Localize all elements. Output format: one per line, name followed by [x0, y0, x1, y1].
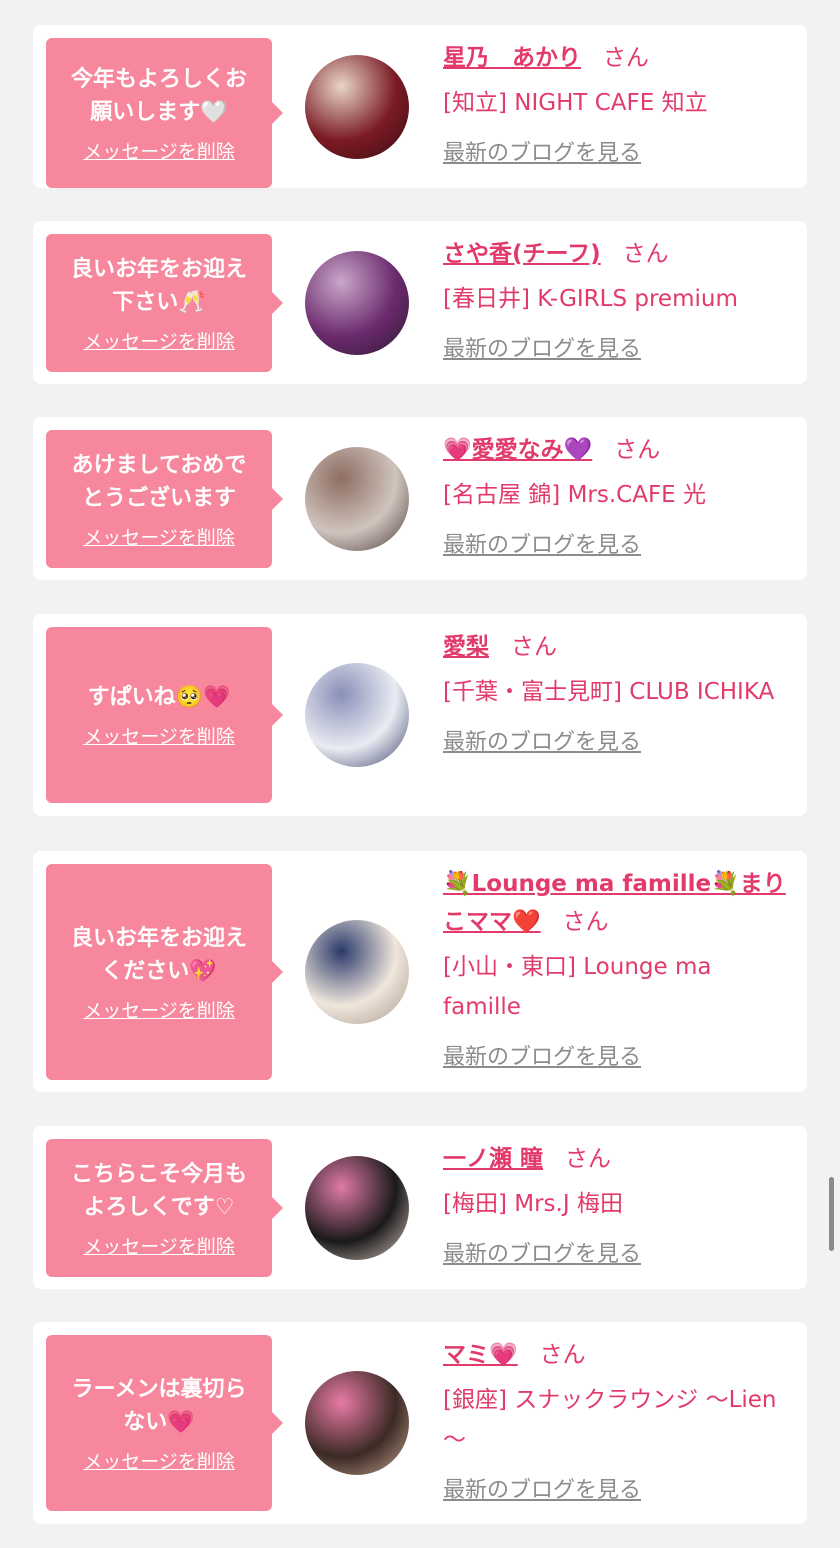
- shop-info: [春日井] K-GIRLS premium: [443, 286, 738, 312]
- profile-info: マミ💗 さん [銀座] スナックラウンジ ～Lien～ 最新のブログを見る: [443, 1336, 788, 1504]
- profile-name-link[interactable]: 💐Lounge ma famille💐まりこママ❤️: [443, 871, 786, 935]
- message-text: あけましておめで とうございます: [71, 452, 247, 511]
- message-text: ラーメンは裏切ら ない💗: [71, 1376, 247, 1435]
- message-text: 良いお年をお迎え 下さい🥂: [70, 256, 247, 315]
- name-line: 一ノ瀬 瞳さん: [443, 1140, 788, 1178]
- shop-info: [名古屋 錦] Mrs.CAFE 光: [443, 482, 707, 508]
- message-bubble: 今年もよろしくお 願いします🤍 メッセージを削除: [46, 38, 283, 188]
- avatar[interactable]: [305, 663, 409, 767]
- message-card: 今年もよろしくお 願いします🤍 メッセージを削除 星乃 あかり さん [知立] N…: [33, 25, 807, 188]
- honorific: さん: [539, 1342, 586, 1368]
- honorific: さん: [614, 437, 661, 463]
- delete-message-link[interactable]: メッセージを削除: [83, 1447, 235, 1474]
- avatar[interactable]: [305, 55, 409, 159]
- view-blog-link[interactable]: 最新のブログを見る: [443, 1039, 641, 1071]
- honorific: さん: [603, 45, 649, 71]
- profile-name-link[interactable]: マミ💗: [443, 1342, 518, 1368]
- scrollbar[interactable]: [829, 1177, 834, 1251]
- message-text: こちらこそ今月も よろしくです♡: [70, 1161, 247, 1220]
- honorific: さん: [562, 909, 609, 935]
- delete-message-link[interactable]: メッセージを削除: [83, 1232, 235, 1259]
- view-blog-link[interactable]: 最新のブログを見る: [443, 527, 641, 559]
- profile-name-link[interactable]: 星乃 あかり: [443, 45, 581, 71]
- profile-info: さや香(チーフ) さん [春日井] K-GIRLS premium 最新のブログを…: [443, 235, 788, 363]
- shop-info: [梅田] Mrs.J 梅田: [443, 1191, 623, 1217]
- profile-info: 💗愛愛なみ💜 さん [名古屋 錦] Mrs.CAFE 光 最新のブログを見る: [443, 431, 788, 559]
- view-blog-link[interactable]: 最新のブログを見る: [443, 724, 641, 756]
- message-text: すぱいね🥺💗: [87, 685, 231, 710]
- profile-name-link[interactable]: 💗愛愛なみ💜: [443, 437, 592, 463]
- avatar[interactable]: [305, 447, 409, 551]
- profile-info: 星乃 あかり さん [知立] NIGHT CAFE 知立 最新のブログを見る: [443, 39, 788, 167]
- profile-name-link[interactable]: 愛梨: [443, 634, 489, 660]
- message-text: 良いお年をお迎え ください💖: [70, 925, 247, 984]
- message-card: こちらこそ今月も よろしくです♡ メッセージを削除 一ノ瀬 瞳さん [梅田] M…: [33, 1126, 807, 1289]
- message-card: すぱいね🥺💗 メッセージを削除 愛梨 さん [千葉・富士見町] CLUB ICHI…: [33, 614, 807, 816]
- shop-info: [千葉・富士見町] CLUB ICHIKA: [443, 679, 775, 705]
- shop-info: [小山・東口] Lounge ma famille: [443, 954, 712, 1020]
- shop-info: [銀座] スナックラウンジ ～Lien～: [443, 1387, 777, 1453]
- message-bubble: こちらこそ今月も よろしくです♡ メッセージを削除: [46, 1139, 283, 1277]
- avatar[interactable]: [305, 251, 409, 355]
- delete-message-link[interactable]: メッセージを削除: [83, 722, 235, 749]
- view-blog-link[interactable]: 最新のブログを見る: [443, 1472, 641, 1504]
- message-card: あけましておめで とうございます メッセージを削除 💗愛愛なみ💜 さん [名古屋 …: [33, 417, 807, 580]
- avatar[interactable]: [305, 1156, 409, 1260]
- message-bubble: あけましておめで とうございます メッセージを削除: [46, 430, 283, 568]
- name-line: 💗愛愛なみ💜 さん: [443, 431, 788, 469]
- message-bubble: 良いお年をお迎え ください💖 メッセージを削除: [46, 864, 283, 1080]
- profile-info: 一ノ瀬 瞳さん [梅田] Mrs.J 梅田 最新のブログを見る: [443, 1140, 788, 1268]
- name-line: マミ💗 さん: [443, 1336, 788, 1374]
- message-card: ラーメンは裏切ら ない💗 メッセージを削除 マミ💗 さん [銀座] スナックラウン…: [33, 1322, 807, 1524]
- view-blog-link[interactable]: 最新のブログを見る: [443, 1236, 641, 1268]
- delete-message-link[interactable]: メッセージを削除: [83, 996, 235, 1023]
- delete-message-link[interactable]: メッセージを削除: [83, 327, 235, 354]
- profile-name-link[interactable]: 一ノ瀬 瞳: [443, 1146, 543, 1172]
- name-line: 星乃 あかり さん: [443, 39, 788, 77]
- name-line: さや香(チーフ) さん: [443, 235, 788, 273]
- honorific: さん: [622, 241, 669, 267]
- delete-message-link[interactable]: メッセージを削除: [83, 523, 235, 550]
- profile-info: 💐Lounge ma famille💐まりこママ❤️ さん [小山・東口] Lou…: [443, 865, 788, 1071]
- message-card: 良いお年をお迎え 下さい🥂 メッセージを削除 さや香(チーフ) さん [春日井] …: [33, 221, 807, 384]
- view-blog-link[interactable]: 最新のブログを見る: [443, 331, 641, 363]
- avatar[interactable]: [305, 920, 409, 1024]
- message-bubble: ラーメンは裏切ら ない💗 メッセージを削除: [46, 1335, 283, 1511]
- avatar[interactable]: [305, 1371, 409, 1475]
- delete-message-link[interactable]: メッセージを削除: [83, 137, 235, 164]
- message-bubble: すぱいね🥺💗 メッセージを削除: [46, 627, 283, 803]
- message-card: 良いお年をお迎え ください💖 メッセージを削除 💐Lounge ma famil…: [33, 851, 807, 1092]
- honorific: さん: [511, 634, 557, 660]
- profile-info: 愛梨 さん [千葉・富士見町] CLUB ICHIKA 最新のブログを見る: [443, 628, 788, 756]
- view-blog-link[interactable]: 最新のブログを見る: [443, 135, 641, 167]
- profile-name-link[interactable]: さや香(チーフ): [443, 241, 601, 267]
- name-line: 💐Lounge ma famille💐まりこママ❤️ さん: [443, 865, 788, 941]
- honorific: さん: [565, 1146, 612, 1172]
- message-bubble: 良いお年をお迎え 下さい🥂 メッセージを削除: [46, 234, 283, 372]
- shop-info: [知立] NIGHT CAFE 知立: [443, 90, 708, 116]
- name-line: 愛梨 さん: [443, 628, 788, 666]
- message-text: 今年もよろしくお 願いします🤍: [70, 66, 247, 125]
